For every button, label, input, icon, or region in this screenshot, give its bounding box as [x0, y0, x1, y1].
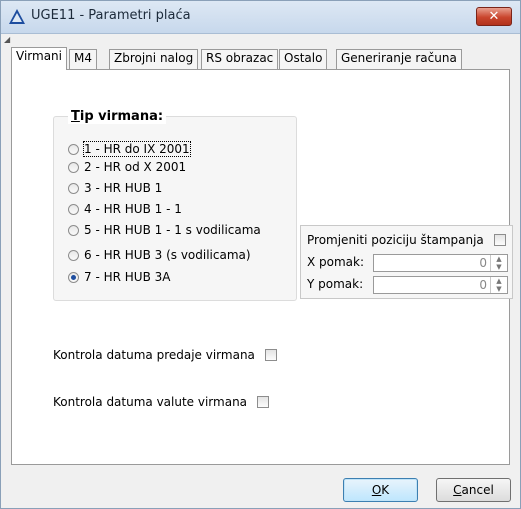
warning-triangle-icon: [9, 9, 25, 24]
group-title: Tip virmana:: [68, 109, 167, 124]
radio-label: 2 - HR od X 2001: [84, 160, 187, 174]
accelerator-key: O: [371, 483, 382, 497]
tab-label: Ostalo: [284, 51, 323, 65]
radio-tip-4[interactable]: 4 - HR HUB 1 - 1: [68, 201, 293, 219]
cancel-button[interactable]: Cancel: [436, 478, 511, 502]
dialog-client-area: ◢ Virmani M4 Zbrojni nalog RS obrazac Os…: [1, 34, 520, 508]
kontrola-predaje-checkbox[interactable]: [264, 349, 277, 361]
tab-ostalo[interactable]: Ostalo: [279, 49, 328, 69]
radio-button[interactable]: [68, 204, 79, 215]
kontrola-valute-row[interactable]: Kontrola datuma valute virmana: [53, 395, 270, 409]
kontrola-valute-checkbox[interactable]: [257, 396, 270, 408]
radio-tip-6[interactable]: 6 - HR HUB 3 (s vodilicama): [68, 247, 293, 265]
kontrola-predaje-row[interactable]: Kontrola datuma predaje virmana: [53, 348, 277, 362]
tab-generiranje-racuna[interactable]: Generiranje računa: [336, 49, 462, 69]
x-offset-stepper[interactable]: 0 ▲ ▼: [373, 254, 508, 272]
radio-tip-5[interactable]: 5 - HR HUB 1 - 1 s vodilicama: [68, 222, 293, 240]
tab-label: RS obrazac: [206, 51, 274, 65]
print-position-checkbox[interactable]: [494, 234, 506, 246]
ok-label: K: [381, 483, 390, 497]
radio-label: 4 - HR HUB 1 - 1: [84, 202, 182, 216]
tab-label: M4: [74, 51, 92, 65]
radio-selected-dot: [71, 275, 76, 280]
x-offset-value: 0: [479, 256, 487, 270]
kontrola-valute-label: Kontrola datuma valute virmana: [53, 395, 248, 409]
kontrola-predaje-label: Kontrola datuma predaje virmana: [53, 348, 255, 362]
tab-rs-obrazac[interactable]: RS obrazac: [201, 49, 279, 69]
tab-label: Zbrojni nalog: [114, 51, 194, 65]
radio-label: 6 - HR HUB 3 (s vodilicama): [84, 248, 251, 262]
tab-virmani[interactable]: Virmani: [11, 47, 67, 70]
radio-label: 1 - HR do IX 2001: [83, 141, 191, 157]
spin-arrows-icon[interactable]: ▲ ▼: [490, 255, 507, 271]
radio-button[interactable]: [68, 183, 79, 194]
accelerator-key: C: [453, 483, 462, 497]
tab-zbrojni-nalog[interactable]: Zbrojni nalog: [109, 49, 199, 69]
window-title: UGE11 - Parametri plaća: [31, 8, 191, 23]
cancel-label: ancel: [461, 483, 494, 497]
radio-tip-1[interactable]: 1 - HR do IX 2001: [68, 141, 293, 159]
accelerator-key: T: [71, 109, 80, 124]
print-position-label: Promjeniti poziciju štampanja: [307, 233, 484, 247]
group-title-text: ip virmana:: [79, 109, 164, 124]
y-offset-value: 0: [479, 278, 487, 292]
radio-button[interactable]: [68, 162, 79, 173]
radio-label: 3 - HR HUB 1: [84, 181, 163, 195]
close-button[interactable]: ✕: [476, 7, 512, 26]
dialog-window: UGE11 - Parametri plaća ✕ ◢ Virmani M4 Z…: [0, 0, 521, 509]
radio-button[interactable]: [68, 250, 79, 261]
radio-tip-2[interactable]: 2 - HR od X 2001: [68, 159, 293, 177]
print-position-group: Promjeniti poziciju štampanja X pomak: 0…: [300, 225, 513, 299]
radio-button[interactable]: [68, 225, 79, 236]
tab-m4[interactable]: M4: [69, 49, 97, 69]
tip-virmana-group: Tip virmana: 1 - HR do IX 2001 2 - HR od…: [53, 109, 297, 301]
radio-tip-3[interactable]: 3 - HR HUB 1: [68, 180, 293, 198]
ok-button[interactable]: OK: [343, 478, 418, 502]
size-grip-icon: ◢: [4, 35, 11, 44]
title-bar[interactable]: UGE11 - Parametri plaća ✕: [1, 1, 520, 34]
tab-label: Virmani: [16, 49, 62, 63]
spin-arrows-icon[interactable]: ▲ ▼: [490, 277, 507, 293]
y-offset-stepper[interactable]: 0 ▲ ▼: [373, 276, 508, 294]
radio-label: 5 - HR HUB 1 - 1 s vodilicama: [84, 223, 261, 237]
radio-button-selected[interactable]: [68, 272, 79, 283]
radio-label: 7 - HR HUB 3A: [84, 270, 171, 284]
x-offset-label: X pomak:: [307, 255, 365, 269]
radio-tip-7[interactable]: 7 - HR HUB 3A: [68, 269, 293, 287]
y-offset-label: Y pomak:: [307, 277, 364, 291]
tab-label: Generiranje računa: [341, 51, 457, 65]
close-icon: ✕: [488, 9, 500, 24]
radio-button[interactable]: [68, 144, 79, 155]
